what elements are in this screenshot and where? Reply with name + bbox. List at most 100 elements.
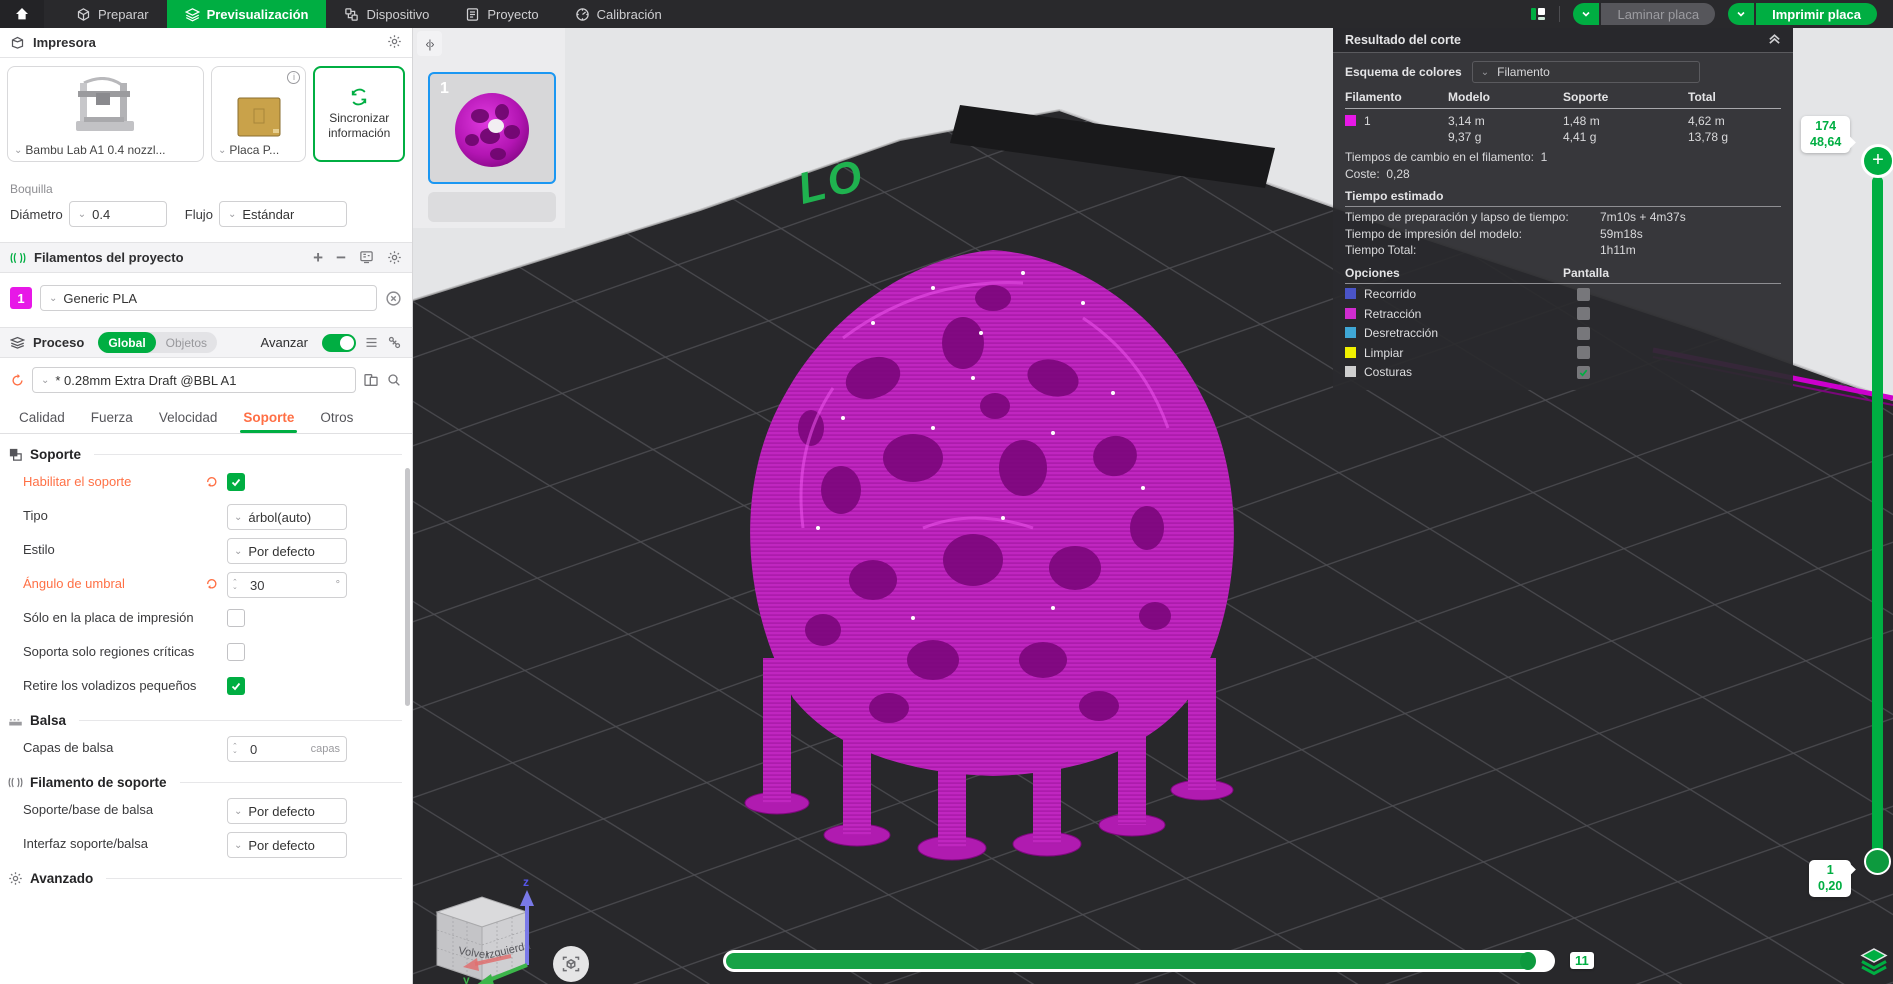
info-icon[interactable]: i — [287, 71, 301, 84]
home-button[interactable] — [0, 0, 44, 28]
reset-icon[interactable] — [205, 577, 218, 590]
support-style-label: Estilo — [23, 542, 55, 557]
threshold-angle-label: Ángulo de umbral — [23, 576, 125, 591]
slice-status-icon — [1531, 8, 1546, 20]
chevron-down-icon: ⌄ — [1480, 66, 1490, 78]
process-preset-select[interactable]: ⌄ * 0.28mm Extra Draft @BBL A1 — [32, 367, 356, 393]
travel-checkbox[interactable] — [1577, 287, 1590, 301]
reset-preset-icon[interactable] — [10, 373, 25, 388]
support-filament-group-header: Filamento de soporte — [8, 775, 402, 790]
printer-name: Bambu Lab A1 0.4 nozzl... — [25, 143, 166, 157]
settings-scroll-area[interactable]: Soporte Habilitar el soporte Tipo ⌄ árbo… — [0, 434, 412, 982]
search-icon[interactable] — [386, 372, 402, 388]
flow-select[interactable]: ⌄ Estándar — [218, 201, 347, 227]
print-plate-button[interactable]: Imprimir placa — [1756, 3, 1877, 25]
print-plate-dropdown[interactable] — [1728, 3, 1755, 25]
tune-icon[interactable] — [387, 335, 402, 350]
on-buildplate-only-checkbox[interactable] — [227, 609, 245, 627]
preview-3d-viewport[interactable]: LO Volver Izquierda z y ‹|› 1 + 174 48,6… — [413, 28, 1893, 984]
filament-icon — [10, 252, 26, 263]
calibration-icon — [575, 7, 589, 21]
step-slider-handle[interactable] — [1520, 952, 1536, 970]
scope-toggle[interactable]: Global Objetos — [98, 332, 218, 353]
raft-layers-spinner[interactable]: ⌃ ⌄ 0 capas — [227, 736, 347, 762]
tab-preview[interactable]: Previsualización — [166, 0, 327, 28]
seams-checkbox[interactable] — [1577, 365, 1590, 379]
chevron-down-icon: ⌄ — [234, 839, 243, 851]
project-icon — [467, 7, 479, 21]
sync-info-button[interactable]: Sincronizar información — [313, 66, 405, 162]
scope-objects[interactable]: Objetos — [156, 332, 217, 353]
filament-select[interactable]: ⌄ Generic PLA — [40, 285, 377, 311]
time-row: Tiempo Total: 1h11m — [1345, 243, 1781, 257]
tab-prepare[interactable]: Preparar — [58, 0, 167, 28]
tab-quality[interactable]: Calidad — [6, 402, 78, 433]
reset-icon[interactable] — [205, 475, 218, 488]
printer-settings-gear[interactable] — [387, 34, 402, 52]
layer-slider-track[interactable] — [1872, 176, 1883, 868]
slice-result-title: Resultado del corte — [1345, 33, 1461, 47]
chevron-down-icon — [1737, 11, 1745, 17]
gear-icon[interactable] — [387, 250, 402, 265]
layer-slider-plus-button[interactable]: + — [1861, 144, 1893, 178]
layer-slider-handle[interactable] — [1864, 848, 1891, 875]
threshold-angle-value: 30 — [250, 577, 265, 593]
retraction-checkbox[interactable] — [1577, 307, 1590, 321]
sidebar-scrollbar[interactable] — [405, 468, 410, 706]
tab-calibration[interactable]: Calibración — [557, 0, 680, 28]
tab-support[interactable]: Soporte — [230, 402, 307, 433]
enable-support-checkbox[interactable] — [227, 473, 245, 491]
support-type-select[interactable]: ⌄ árbol(auto) — [227, 504, 347, 530]
threshold-angle-spinner[interactable]: ⌃ ⌄ 30 ° — [227, 572, 347, 598]
filament-id: 1 — [1364, 114, 1371, 128]
tab-project[interactable]: Proyecto — [447, 0, 556, 28]
topbar-divider — [1559, 6, 1561, 22]
filament-settings-icon[interactable] — [385, 290, 402, 307]
layer-slider-bottom-tooltip: 1 0,20 — [1809, 860, 1852, 897]
unretraction-checkbox[interactable] — [1577, 326, 1590, 340]
scope-global[interactable]: Global — [98, 332, 156, 353]
remove-filament-button[interactable]: − — [336, 248, 346, 268]
setting-row: Capas de balsa ⌃ ⌄ 0 capas — [23, 736, 402, 762]
printer-card[interactable]: ⌄ Bambu Lab A1 0.4 nozzl... — [7, 66, 204, 162]
spinner-arrows[interactable]: ⌃ ⌄ — [232, 743, 244, 755]
tab-strength[interactable]: Fuerza — [78, 402, 146, 433]
collapse-panel-button[interactable] — [1768, 32, 1781, 48]
critical-regions-only-checkbox[interactable] — [227, 643, 245, 661]
print-plate-splitbutton: Imprimir placa — [1728, 3, 1877, 25]
support-interface-filament-select[interactable]: ⌄ Por defecto — [227, 832, 347, 858]
process-section-header: Proceso Global Objetos Avanzar — [0, 327, 412, 358]
support-style-select[interactable]: ⌄ Por defecto — [227, 538, 347, 564]
advanced-group-header: Avanzado — [8, 871, 402, 886]
spinner-arrows[interactable]: ⌃ ⌄ — [232, 579, 244, 591]
critical-regions-only-label: Soporta solo regiones críticas — [23, 644, 195, 659]
color-scheme-select[interactable]: ⌄ Filamento — [1471, 61, 1700, 83]
wipe-checkbox[interactable] — [1577, 346, 1590, 360]
advance-toggle[interactable] — [322, 333, 356, 352]
filament-usage-table: Filamento Modelo Soporte Total 1 3,14 m 9… — [1345, 90, 1781, 147]
slice-plate-dropdown[interactable] — [1573, 3, 1600, 25]
step-slider-track[interactable] — [723, 950, 1555, 972]
plate-thumbnail[interactable]: 1 — [428, 72, 556, 184]
list-view-icon[interactable] — [364, 335, 379, 350]
collapse-sidebar-button[interactable]: ‹|› — [417, 31, 442, 56]
tab-speed[interactable]: Velocidad — [146, 402, 231, 433]
plate-card[interactable]: i ⌄ Placa P... — [210, 66, 307, 162]
filament-color-badge[interactable]: 1 — [10, 287, 32, 309]
view-mode-button[interactable] — [553, 946, 589, 982]
layers-view-icon[interactable] — [1859, 946, 1889, 981]
add-filament-button[interactable]: + — [313, 248, 323, 268]
support-base-filament-label: Soporte/base de balsa — [23, 802, 154, 817]
support-base-filament-select[interactable]: ⌄ Por defecto — [227, 798, 347, 824]
remove-small-overhangs-checkbox[interactable] — [227, 677, 245, 695]
tab-others[interactable]: Otros — [307, 402, 366, 433]
diameter-select[interactable]: ⌄ 0.4 — [68, 201, 167, 227]
model-time-value: 59m18s — [1600, 226, 1643, 241]
advanced-group-title: Avanzado — [30, 871, 94, 886]
tab-device[interactable]: Dispositivo — [326, 0, 447, 28]
slice-plate-button[interactable]: Laminar placa — [1601, 3, 1716, 25]
option-row: Desretracción — [1345, 323, 1781, 343]
compare-preset-icon[interactable] — [363, 372, 379, 388]
sync-ams-icon[interactable] — [359, 250, 374, 265]
setting-row: Ángulo de umbral ⌃ ⌄ 30 ° — [23, 572, 402, 598]
